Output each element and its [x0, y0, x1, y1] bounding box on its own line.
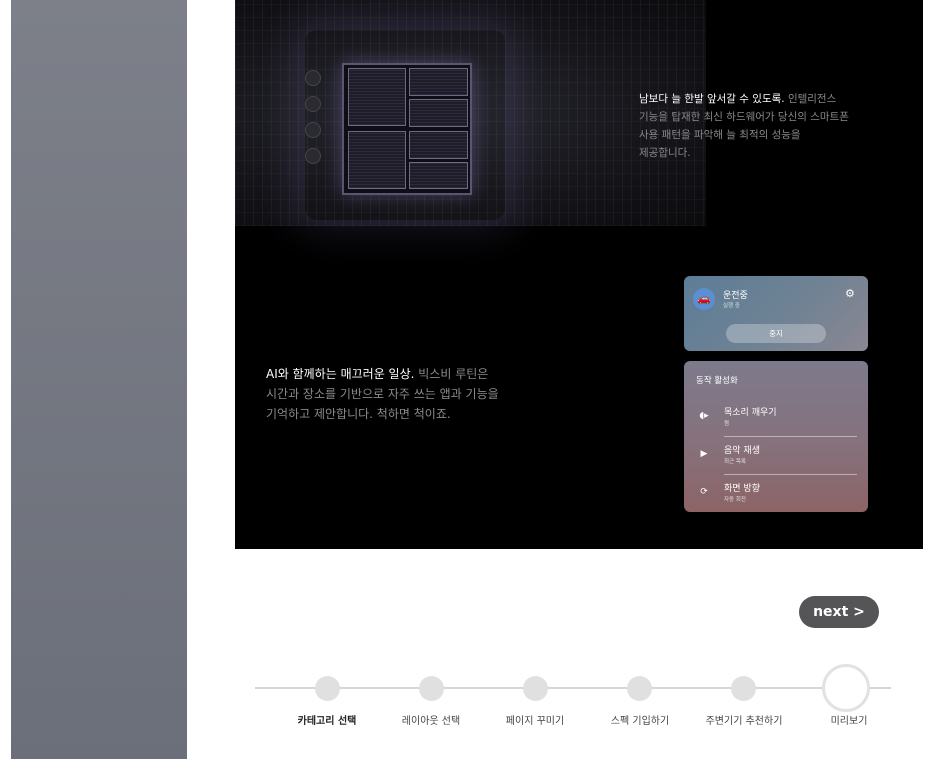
chip-core — [348, 131, 406, 189]
page: 남보다 늘 한발 앞서갈 수 있도록. 인텔리전스 기능을 탑재한 최신 하드웨… — [0, 0, 938, 759]
step-dot[interactable] — [419, 676, 444, 701]
feature-mid-highlight: AI와 함께하는 매끄러운 일상. — [266, 367, 415, 381]
step-label[interactable]: 주변기기 추천하기 — [706, 712, 783, 727]
chip-core — [409, 162, 468, 189]
voice-wake-icon: ◖▸ — [699, 411, 709, 421]
action-subtitle: 최근 목록 — [724, 459, 746, 465]
next-button[interactable]: next > — [799, 596, 879, 628]
chip-core — [409, 99, 468, 127]
routine-card: 🚗 운전중 실행 중 ⚙ 중지 — [684, 276, 868, 351]
action-item[interactable]: ▶ 음악 재생 최근 목록 — [684, 438, 868, 474]
chip-image — [235, 0, 706, 226]
action-subtitle: 자동 회전 — [724, 497, 746, 503]
circuit-component — [305, 96, 321, 112]
rotate-icon: ⟳ — [700, 487, 708, 497]
routine-subtitle: 실행 중 — [723, 303, 740, 309]
action-title: 목소리 깨우기 — [724, 408, 777, 418]
stop-button[interactable]: 중지 — [726, 324, 826, 343]
step-label[interactable]: 스펙 기입하기 — [611, 712, 669, 727]
actions-heading: 동작 활성화 — [696, 376, 738, 386]
step-dot[interactable] — [627, 676, 652, 701]
step-label[interactable]: 미리보기 — [831, 712, 868, 727]
step-dot[interactable] — [315, 676, 340, 701]
feature-top-rest: 인텔리전스 — [784, 93, 837, 105]
preview-panel: 남보다 늘 한발 앞서갈 수 있도록. 인텔리전스 기능을 탑재한 최신 하드웨… — [235, 0, 923, 549]
divider — [724, 474, 857, 475]
action-subtitle: 켬 — [724, 421, 730, 427]
circuit-component — [305, 70, 321, 86]
feature-mid-line: 시간과 장소를 기반으로 자주 쓰는 앱과 기능을 — [266, 387, 499, 401]
feature-mid-line: 기억하고 제안합니다. 척하면 척이죠. — [266, 407, 451, 421]
feature-text-mid: AI와 함께하는 매끄러운 일상. 빅스비 루틴은 시간과 장소를 기반으로 자… — [266, 364, 526, 424]
action-item[interactable]: ⟳ 화면 방향 자동 회전 — [684, 476, 868, 512]
circuit-component — [305, 148, 321, 164]
feature-mid-rest: 빅스비 루틴은 — [414, 367, 489, 381]
divider — [724, 436, 857, 437]
step-label[interactable]: 카테고리 선택 — [298, 712, 357, 727]
chip-core — [409, 131, 468, 159]
gear-icon[interactable]: ⚙ — [845, 287, 855, 300]
action-item[interactable]: ◖▸ 목소리 깨우기 켬 — [684, 400, 868, 436]
processor-chip — [342, 63, 472, 195]
feature-top-line: 제공합니다. — [639, 147, 691, 159]
action-title: 화면 방향 — [724, 484, 760, 494]
sidebar — [11, 0, 187, 759]
step-label[interactable]: 페이지 꾸미기 — [506, 712, 564, 727]
step-dot[interactable] — [731, 676, 756, 701]
stepper-track — [255, 687, 891, 689]
car-icon: 🚗 — [693, 288, 715, 310]
chip-core — [348, 68, 406, 126]
feature-top-line: 기능을 탑재한 최신 하드웨어가 당신의 스마트폰 — [639, 111, 849, 123]
circuit-component — [305, 122, 321, 138]
step-dot[interactable] — [523, 676, 548, 701]
feature-text-top: 남보다 늘 한발 앞서갈 수 있도록. 인텔리전스 기능을 탑재한 최신 하드웨… — [639, 90, 879, 162]
step-label[interactable]: 레이아웃 선택 — [402, 712, 460, 727]
action-title: 음악 재생 — [724, 446, 760, 456]
actions-card: 동작 활성화 ◖▸ 목소리 깨우기 켬 ▶ 음악 재생 최근 목록 ⟳ 화면 방… — [684, 361, 868, 512]
step-dot-current[interactable] — [822, 664, 870, 712]
feature-top-highlight: 남보다 늘 한발 앞서갈 수 있도록. — [639, 93, 785, 105]
feature-top-line: 사용 패턴을 파악해 늘 최적의 성능을 — [639, 129, 801, 141]
play-icon: ▶ — [700, 449, 708, 459]
chip-core — [409, 68, 468, 96]
routine-title: 운전중 — [723, 291, 748, 301]
